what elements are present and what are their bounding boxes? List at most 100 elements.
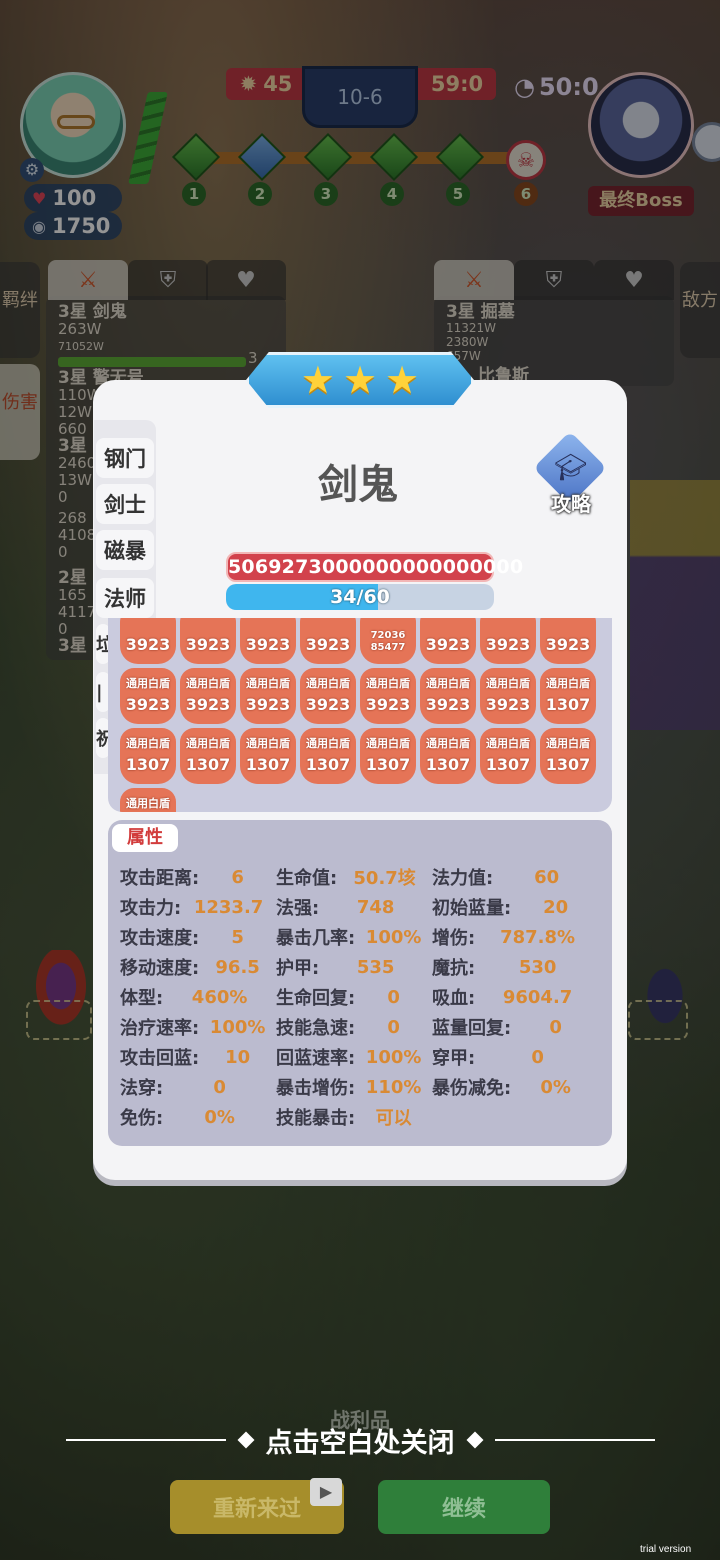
attribute-value: 110% [365, 1076, 422, 1098]
buff-value: 1307 [245, 755, 291, 774]
guide-label: 攻略 [551, 492, 591, 516]
buff-chip: 通用白盾1307 [120, 728, 176, 784]
buff-chip: 通用白盾 3923 [120, 668, 176, 724]
buff-value: 3923 [305, 695, 351, 714]
attribute-value: 20 [543, 896, 569, 918]
buff-value: 1307 [125, 755, 171, 774]
diamond-icon [466, 1431, 483, 1449]
buff-value: 1307 [365, 755, 411, 774]
buff-name: 通用白盾 [306, 677, 350, 690]
attribute-row: 生命回复: 0 [276, 986, 432, 1010]
attribute-value: 9604.7 [502, 986, 573, 1008]
attribute-label: 攻击速度: [120, 928, 200, 949]
buff-chip: 通用白盾 3923 [240, 668, 296, 724]
close-hint[interactable]: 点击空白处关闭 [0, 1420, 720, 1460]
attribute-label: 生命值: [276, 868, 338, 889]
attribute-row: 魔抗: 530 [432, 956, 600, 980]
buff-value: 3923 [125, 695, 171, 714]
attribute-label: 暴击增伤: [276, 1078, 356, 1099]
attribute-label: 移动速度: [120, 958, 200, 979]
trait-tag[interactable]: 磁暴 [96, 530, 154, 570]
attribute-label: 法力值: [432, 868, 494, 889]
attribute-value: 530 [518, 956, 557, 978]
attribute-row: 穿甲: 0 [432, 1046, 600, 1070]
buff-chip: 3923 [120, 618, 176, 664]
damage-total: 5069273000000000000000 [226, 552, 523, 582]
buff-name: 通用白盾 [186, 677, 230, 690]
buff-chip: 通用白盾 3923 [180, 668, 236, 724]
buff-name: 通用白盾 [366, 737, 410, 750]
continue-button[interactable]: 继续 [378, 1480, 550, 1534]
star-rating: ★ ★ ★ [246, 352, 474, 408]
buff-value: 3923 [185, 635, 231, 654]
attribute-row: 法穿: 0 [120, 1076, 276, 1100]
attribute-row: 攻击力: 1233.7 [120, 896, 276, 920]
buff-name: 通用白盾 [246, 737, 290, 750]
buff-name: 通用白盾 [546, 677, 590, 690]
attribute-value: 可以 [375, 1108, 412, 1129]
buff-name [420, 618, 476, 634]
buff-grid: 3923 3923 3923 3923 72036 85477 3923 3923 3923 通… [120, 618, 596, 812]
buff-name [540, 618, 596, 634]
star-icon: ★ [385, 358, 420, 402]
buff-chip: 通用白盾1307 [420, 728, 476, 784]
buff-name [120, 618, 176, 634]
attribute-label: 攻击回蓝: [120, 1048, 200, 1069]
buff-chip: 通用白盾 1307 [240, 728, 296, 784]
attribute-label: 法强: [276, 898, 320, 919]
attribute-value: 5 [231, 926, 244, 948]
buff-value: 3923 [305, 635, 351, 654]
attribute-label: 蓝量回复: [432, 1018, 512, 1039]
attribute-row: 法力值: 60 [432, 866, 600, 890]
attribute-row: 护甲: 535 [276, 956, 432, 980]
buff-name: 通用白盾 [486, 677, 530, 690]
mana-bar: 34/60 [226, 584, 494, 610]
attribute-label: 暴伤减免: [432, 1078, 512, 1099]
trait-tag[interactable]: 法师 [96, 578, 154, 618]
attribute-value: 0 [531, 1046, 544, 1068]
buff-chip: 通用白盾1307 [120, 788, 176, 812]
attribute-row: 移动速度: 96.5 [120, 956, 276, 980]
buff-value: 3923 [245, 695, 291, 714]
buff-chip: 通用白盾 3923 [360, 668, 416, 724]
buff-name [480, 618, 536, 634]
buff-value: 3923 [365, 695, 411, 714]
attribute-row: 治疗速率: 100% [120, 1016, 276, 1040]
buff-name [240, 618, 296, 634]
trait-tag[interactable]: 剑士 [96, 484, 154, 524]
close-hint-text: 点击空白处关闭 [265, 1427, 455, 1459]
trait-tag[interactable]: 钢门 [96, 438, 154, 478]
divider [65, 1439, 226, 1441]
divider [494, 1439, 655, 1441]
graduation-cap-icon: 🎓︎ [554, 453, 588, 483]
buff-value: 3923 [485, 635, 531, 654]
buff-chip: 通用白盾1307 [540, 728, 596, 784]
guide-button[interactable]: 🎓︎ 攻略 [533, 431, 607, 516]
attribute-value: 100% [209, 1016, 266, 1038]
attribute-label: 法穿: [120, 1078, 164, 1099]
buff-name: 通用白盾 [486, 737, 530, 750]
buff-value: 1307 [305, 755, 351, 774]
attribute-row: 蓝量回复: 0 [432, 1016, 600, 1040]
buff-name [180, 618, 236, 634]
attribute-label: 魔抗: [432, 958, 476, 979]
attribute-value: 100% [365, 926, 422, 948]
buff-value: 3923 [125, 635, 171, 654]
attribute-value: 0 [387, 1016, 400, 1038]
attribute-row: 吸血: 9604.7 [432, 986, 600, 1010]
attribute-row: 攻击距离: 6 [120, 866, 276, 890]
buff-chip: 通用白盾 1307 [360, 728, 416, 784]
buff-chip: 通用白盾1307 [540, 668, 596, 724]
attribute-label: 生命回复: [276, 988, 356, 1009]
attribute-value: 10 [225, 1046, 251, 1068]
attribute-value: 0% [540, 1076, 571, 1098]
attribute-label: 技能暴击: [276, 1108, 356, 1129]
attribute-value: 0 [387, 986, 400, 1008]
attribute-row: 生命值: 50.7垓 [276, 866, 432, 889]
attribute-value: 535 [356, 956, 395, 978]
attribute-label: 暴击几率: [276, 928, 356, 949]
buff-name: 通用白盾 [306, 737, 350, 750]
attribute-value: 460% [191, 986, 248, 1008]
attribute-label: 攻击距离: [120, 868, 200, 889]
attribute-row: 攻击回蓝: 10 [120, 1046, 276, 1070]
